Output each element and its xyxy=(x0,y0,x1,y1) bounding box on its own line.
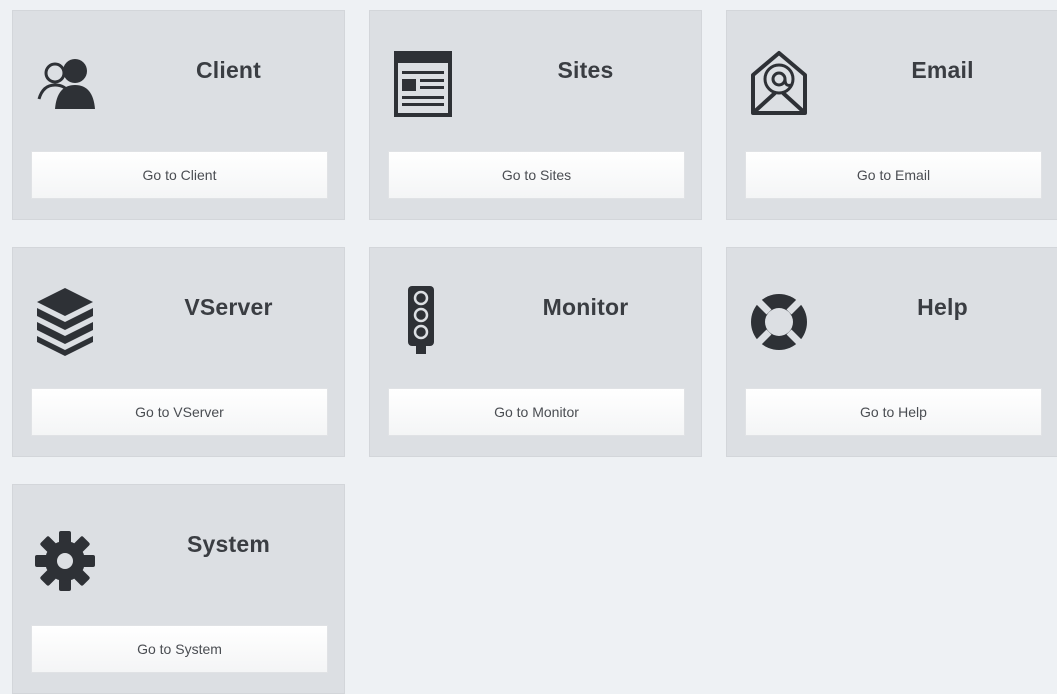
go-to-system-button[interactable]: Go to System xyxy=(31,625,328,673)
card-help: Help Go to Help xyxy=(726,247,1057,457)
card-title: Client xyxy=(195,57,262,83)
card-title: Monitor xyxy=(542,294,629,320)
card-title: System xyxy=(186,531,271,557)
traffic-light-icon xyxy=(388,284,456,356)
server-stack-icon xyxy=(31,284,99,356)
go-to-vserver-button[interactable]: Go to VServer xyxy=(31,388,328,436)
go-to-email-button[interactable]: Go to Email xyxy=(745,151,1042,199)
browser-window-icon xyxy=(388,47,456,119)
go-to-monitor-button[interactable]: Go to Monitor xyxy=(388,388,685,436)
card-system: System Go to System xyxy=(12,484,345,694)
users-icon xyxy=(31,47,99,119)
go-to-help-button[interactable]: Go to Help xyxy=(745,388,1042,436)
card-title: VServer xyxy=(184,294,273,320)
go-to-sites-button[interactable]: Go to Sites xyxy=(388,151,685,199)
card-title: Help xyxy=(917,294,968,320)
gear-icon xyxy=(31,521,99,593)
card-monitor: Monitor Go to Monitor xyxy=(369,247,702,457)
card-sites: Sites Go to Sites xyxy=(369,10,702,220)
envelope-at-icon xyxy=(745,47,813,119)
card-client: Client Go to Client xyxy=(12,10,345,220)
card-title: Email xyxy=(911,57,974,83)
lifebuoy-icon xyxy=(745,284,813,356)
go-to-client-button[interactable]: Go to Client xyxy=(31,151,328,199)
card-vserver: VServer Go to VServer xyxy=(12,247,345,457)
card-title: Sites xyxy=(557,57,614,83)
card-email: Email Go to Email xyxy=(726,10,1057,220)
